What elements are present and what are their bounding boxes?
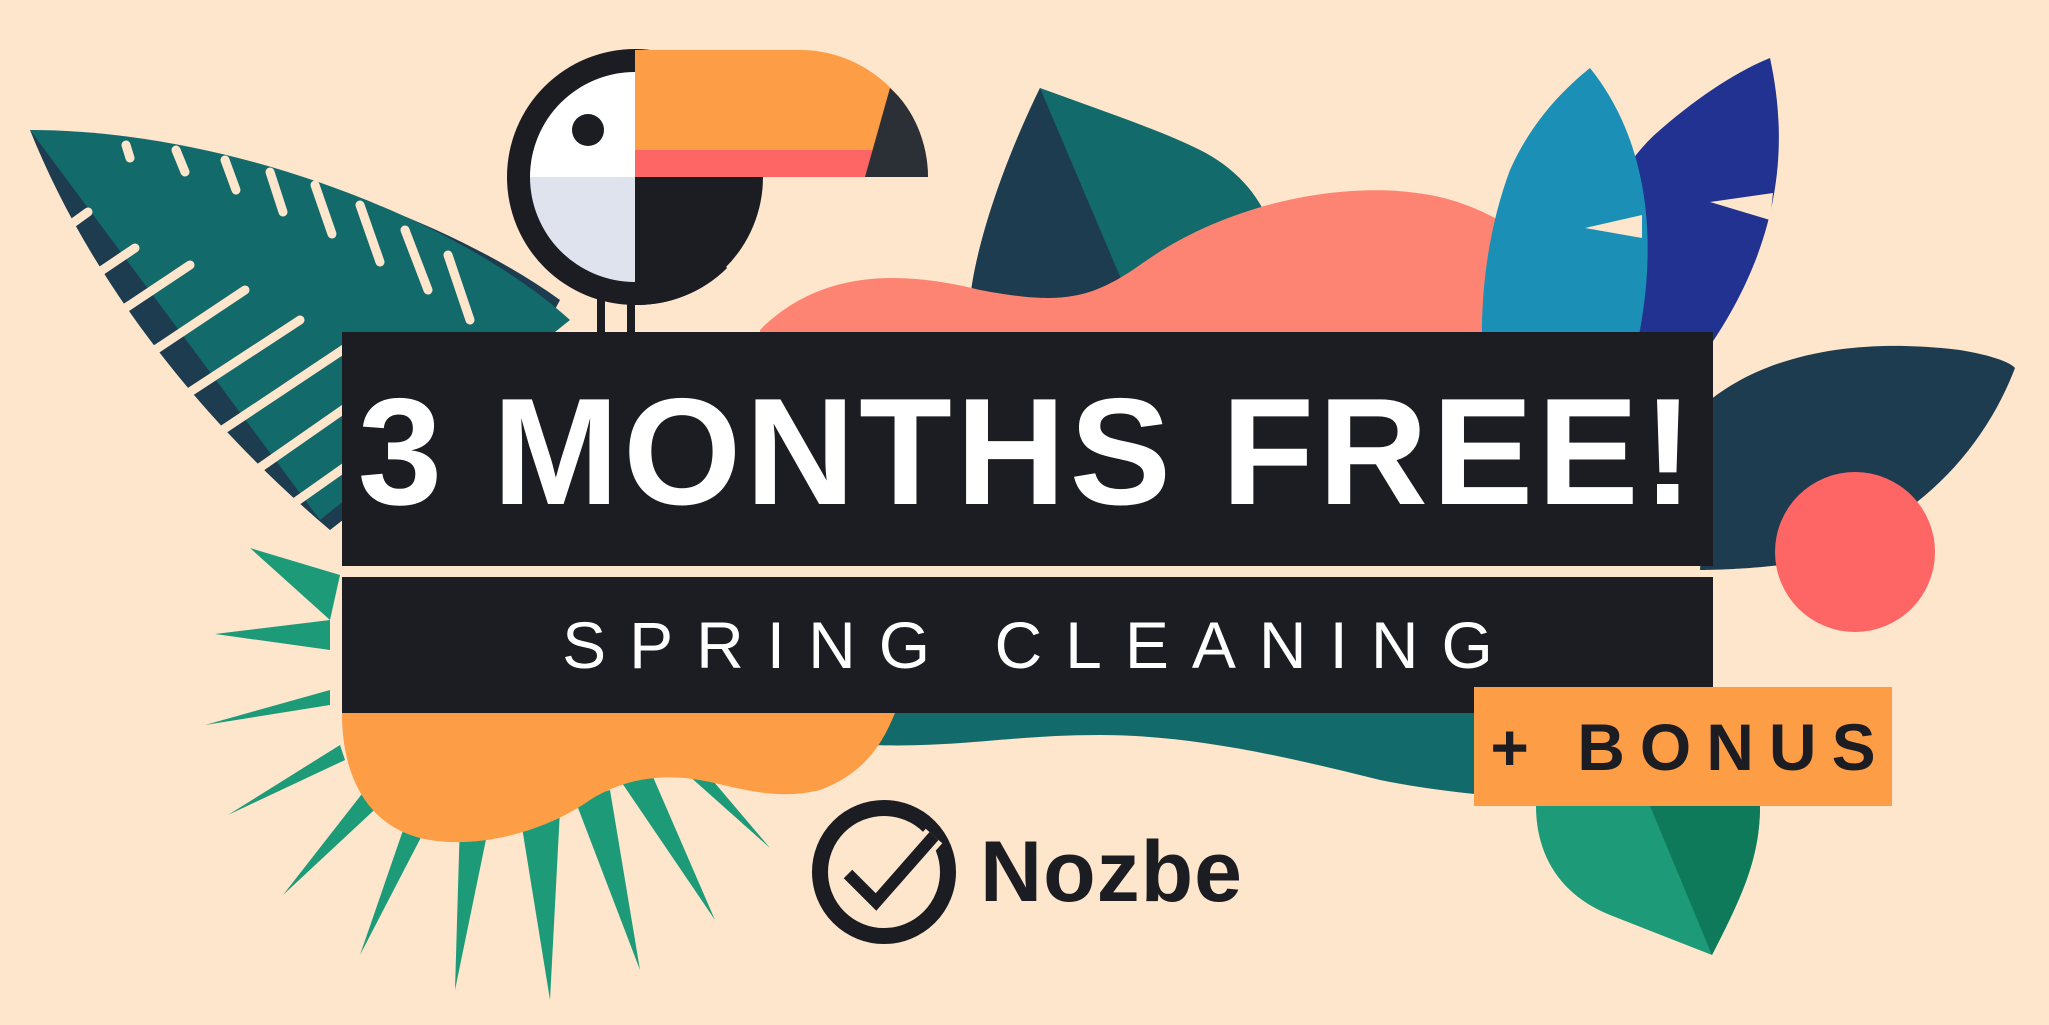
brand-name: Nozbe — [980, 824, 1243, 920]
bonus-badge: + BONUS — [1474, 687, 1892, 806]
bonus-text: + BONUS — [1490, 709, 1891, 784]
check-circle-icon — [812, 800, 956, 944]
headline-banner: 3 MONTHS FREE! — [342, 332, 1713, 566]
green-leaf-icon — [1536, 806, 1760, 955]
brand-logo: Nozbe — [810, 798, 1243, 946]
promo-banner: 3 MONTHS FREE! SPRING CLEANING + BONUS N… — [0, 0, 2049, 1025]
headline-text: 3 MONTHS FREE! — [357, 367, 1698, 537]
sun-circle-icon — [1775, 472, 1935, 632]
subtitle-text: SPRING CLEANING — [562, 608, 1516, 682]
